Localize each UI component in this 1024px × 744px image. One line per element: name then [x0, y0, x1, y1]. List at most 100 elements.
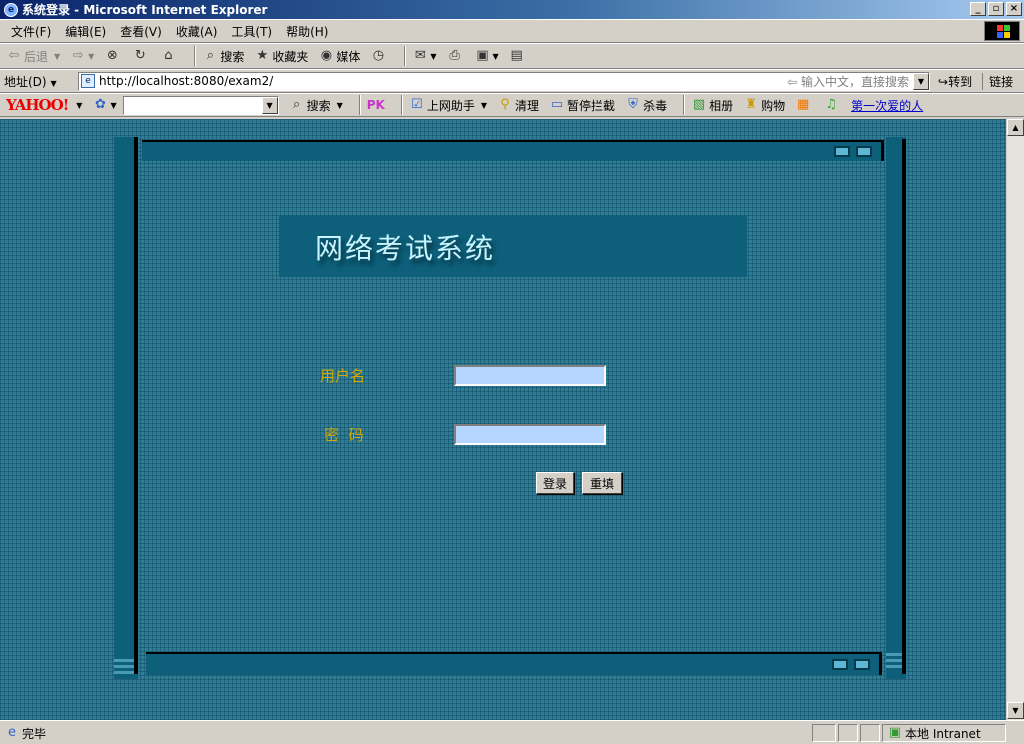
zone-text: 本地 Intranet: [905, 726, 981, 741]
search-dropdown-icon[interactable]: ▼: [337, 101, 343, 110]
close-button[interactable]: ×: [1006, 2, 1022, 16]
status-bar: e 完毕 ▣ 本地 Intranet: [0, 720, 1024, 744]
frame-corner-decoration: [114, 659, 136, 679]
links-button[interactable]: 链接: [982, 72, 1013, 90]
address-label[interactable]: 地址(D) ▼: [4, 73, 70, 90]
print-icon: ⎙: [449, 48, 460, 63]
antivirus-button[interactable]: ⛨ 杀毒: [625, 97, 667, 114]
maximize-button[interactable]: ▫: [988, 2, 1004, 16]
status-text-cell: e 完毕: [0, 724, 810, 742]
address-bar: 地址(D) ▼ e http://localhost:8080/exam2/ ⇦…: [0, 69, 1024, 93]
helper-button[interactable]: ☑ 上网助手 ▼: [409, 97, 487, 114]
toolbar-separator: [194, 46, 197, 66]
frame-square-icon: [856, 146, 872, 157]
address-input[interactable]: e http://localhost:8080/exam2/ ⇦ 输入中文，直接…: [78, 71, 930, 91]
helper-dropdown-icon[interactable]: ▼: [481, 101, 487, 110]
toolbar-separator: [400, 95, 403, 115]
refresh-icon: ↻: [134, 48, 146, 63]
menu-bar: 文件(F) 编辑(E) 查看(V) 收藏(A) 工具(T) 帮助(H): [0, 19, 1024, 43]
status-cell: [860, 724, 880, 742]
favorites-button[interactable]: ★ 收藏夹: [254, 48, 309, 65]
edit-dropdown-icon[interactable]: ▼: [493, 52, 499, 61]
pk-button[interactable]: PK: [367, 98, 385, 112]
back-arrow-icon: ⇦: [8, 48, 20, 63]
scroll-up-button[interactable]: ▲: [1007, 119, 1024, 136]
forward-arrow-icon: ⇨: [72, 48, 84, 63]
yahoo-search-button[interactable]: ⌕ 搜索 ▼: [289, 97, 343, 114]
frame-square-icon: [834, 146, 850, 157]
mail-icon: ✉: [414, 48, 426, 63]
refresh-button[interactable]: ↻: [132, 48, 150, 64]
yahoo-link[interactable]: 第一次爱的人: [851, 97, 923, 114]
reset-button[interactable]: 重填: [582, 472, 622, 494]
windows-logo-icon: [984, 21, 1020, 41]
address-url[interactable]: http://localhost:8080/exam2/: [99, 74, 273, 88]
flower-icon[interactable]: ✿: [92, 97, 108, 113]
mail-dropdown-icon[interactable]: ▼: [430, 52, 436, 61]
status-cell: [838, 724, 858, 742]
menu-favorites[interactable]: 收藏(A): [169, 23, 225, 40]
media-button[interactable]: ◉ 媒体: [318, 48, 361, 65]
print-button[interactable]: ⎙: [447, 48, 465, 64]
go-button[interactable]: ↪转到: [938, 73, 972, 90]
home-button[interactable]: ⌂: [160, 48, 178, 64]
document-icon: ▤: [510, 48, 523, 63]
address-dropdown-button[interactable]: ▼: [913, 72, 929, 90]
scroll-down-button[interactable]: ▼: [1007, 702, 1024, 719]
search-button[interactable]: ⌕ 搜索: [202, 48, 245, 65]
history-button[interactable]: ◷: [370, 48, 388, 64]
flower-dropdown-icon[interactable]: ▼: [110, 101, 116, 110]
discuss-button[interactable]: ▤: [509, 48, 527, 64]
yahoo-toolbar: YAHOO! ▼ ✿ ▼ ▼ ⌕ 搜索 ▼ PK ☑ 上网助手 ▼ ⚲ 清理 ▭…: [0, 93, 1024, 117]
shopping-button[interactable]: ♜ 购物: [743, 97, 785, 114]
music-button[interactable]: ♫: [823, 97, 841, 113]
title-bar: e 系统登录 - Microsoft Internet Explorer _ ▫…: [0, 0, 1024, 19]
menu-view[interactable]: 查看(V): [113, 23, 169, 40]
forward-button[interactable]: ⇨ ▼: [70, 48, 95, 64]
username-input[interactable]: [454, 365, 606, 386]
edit-button[interactable]: ▣ ▼: [475, 48, 499, 64]
ie-icon[interactable]: e: [4, 2, 18, 17]
password-label: 密 码: [324, 426, 364, 444]
minimize-button[interactable]: _: [970, 2, 986, 16]
page-content: 网络考试系统 用户名 密 码 登录 重填: [0, 119, 1006, 720]
frame-right-border: [902, 139, 906, 674]
status-cell: [812, 724, 836, 742]
menu-help[interactable]: 帮助(H): [279, 23, 335, 40]
back-button[interactable]: ⇦ 后退 ▼: [6, 48, 61, 65]
shopping-bag-icon: ♜: [745, 97, 757, 112]
yahoo-logo[interactable]: YAHOO!: [6, 96, 69, 114]
headphones-icon: ♫: [825, 97, 837, 112]
stop-icon: ⊗: [106, 48, 118, 63]
vertical-scrollbar[interactable]: ▲ ▼: [1006, 119, 1024, 720]
yahoo-search-input[interactable]: ▼: [122, 95, 279, 115]
menu-file[interactable]: 文件(F): [4, 23, 58, 40]
home-icon: ⌂: [164, 48, 173, 63]
menu-edit[interactable]: 编辑(E): [58, 23, 113, 40]
window-block-icon: ▭: [550, 97, 564, 112]
login-button[interactable]: 登录: [536, 472, 574, 494]
clean-button[interactable]: ⚲ 清理: [497, 97, 539, 114]
yahoo-menu-dropdown-icon[interactable]: ▼: [76, 101, 82, 110]
toolbar-separator: [358, 95, 361, 115]
back-dropdown-icon[interactable]: ▼: [54, 52, 60, 61]
magnifier-icon: ⌕: [292, 97, 301, 112]
yahoo-search-dropdown[interactable]: ▼: [261, 96, 278, 114]
photo-icon: ▧: [692, 97, 706, 112]
frame-top-bar: [142, 140, 884, 161]
stop-button[interactable]: ⊗: [104, 48, 122, 64]
zone-cell: ▣ 本地 Intranet: [882, 724, 1006, 742]
edit-icon: ▣: [476, 48, 489, 63]
forward-dropdown-icon[interactable]: ▼: [88, 52, 94, 61]
address-hint: ⇦ 输入中文，直接搜索: [787, 74, 909, 89]
window-title: 系统登录 - Microsoft Internet Explorer: [22, 3, 268, 17]
shield-icon: ⛨: [628, 97, 638, 112]
mail-button[interactable]: ✉ ▼: [412, 48, 437, 64]
username-label: 用户名: [320, 367, 366, 385]
block-popups-button[interactable]: ▭ 暂停拦截: [549, 97, 615, 114]
album-button[interactable]: ▧ 相册: [691, 97, 733, 114]
menu-tools[interactable]: 工具(T): [224, 23, 279, 40]
password-input[interactable]: [454, 424, 606, 445]
rss-button[interactable]: ▦: [795, 97, 813, 113]
search-icon: ⌕: [206, 48, 214, 63]
